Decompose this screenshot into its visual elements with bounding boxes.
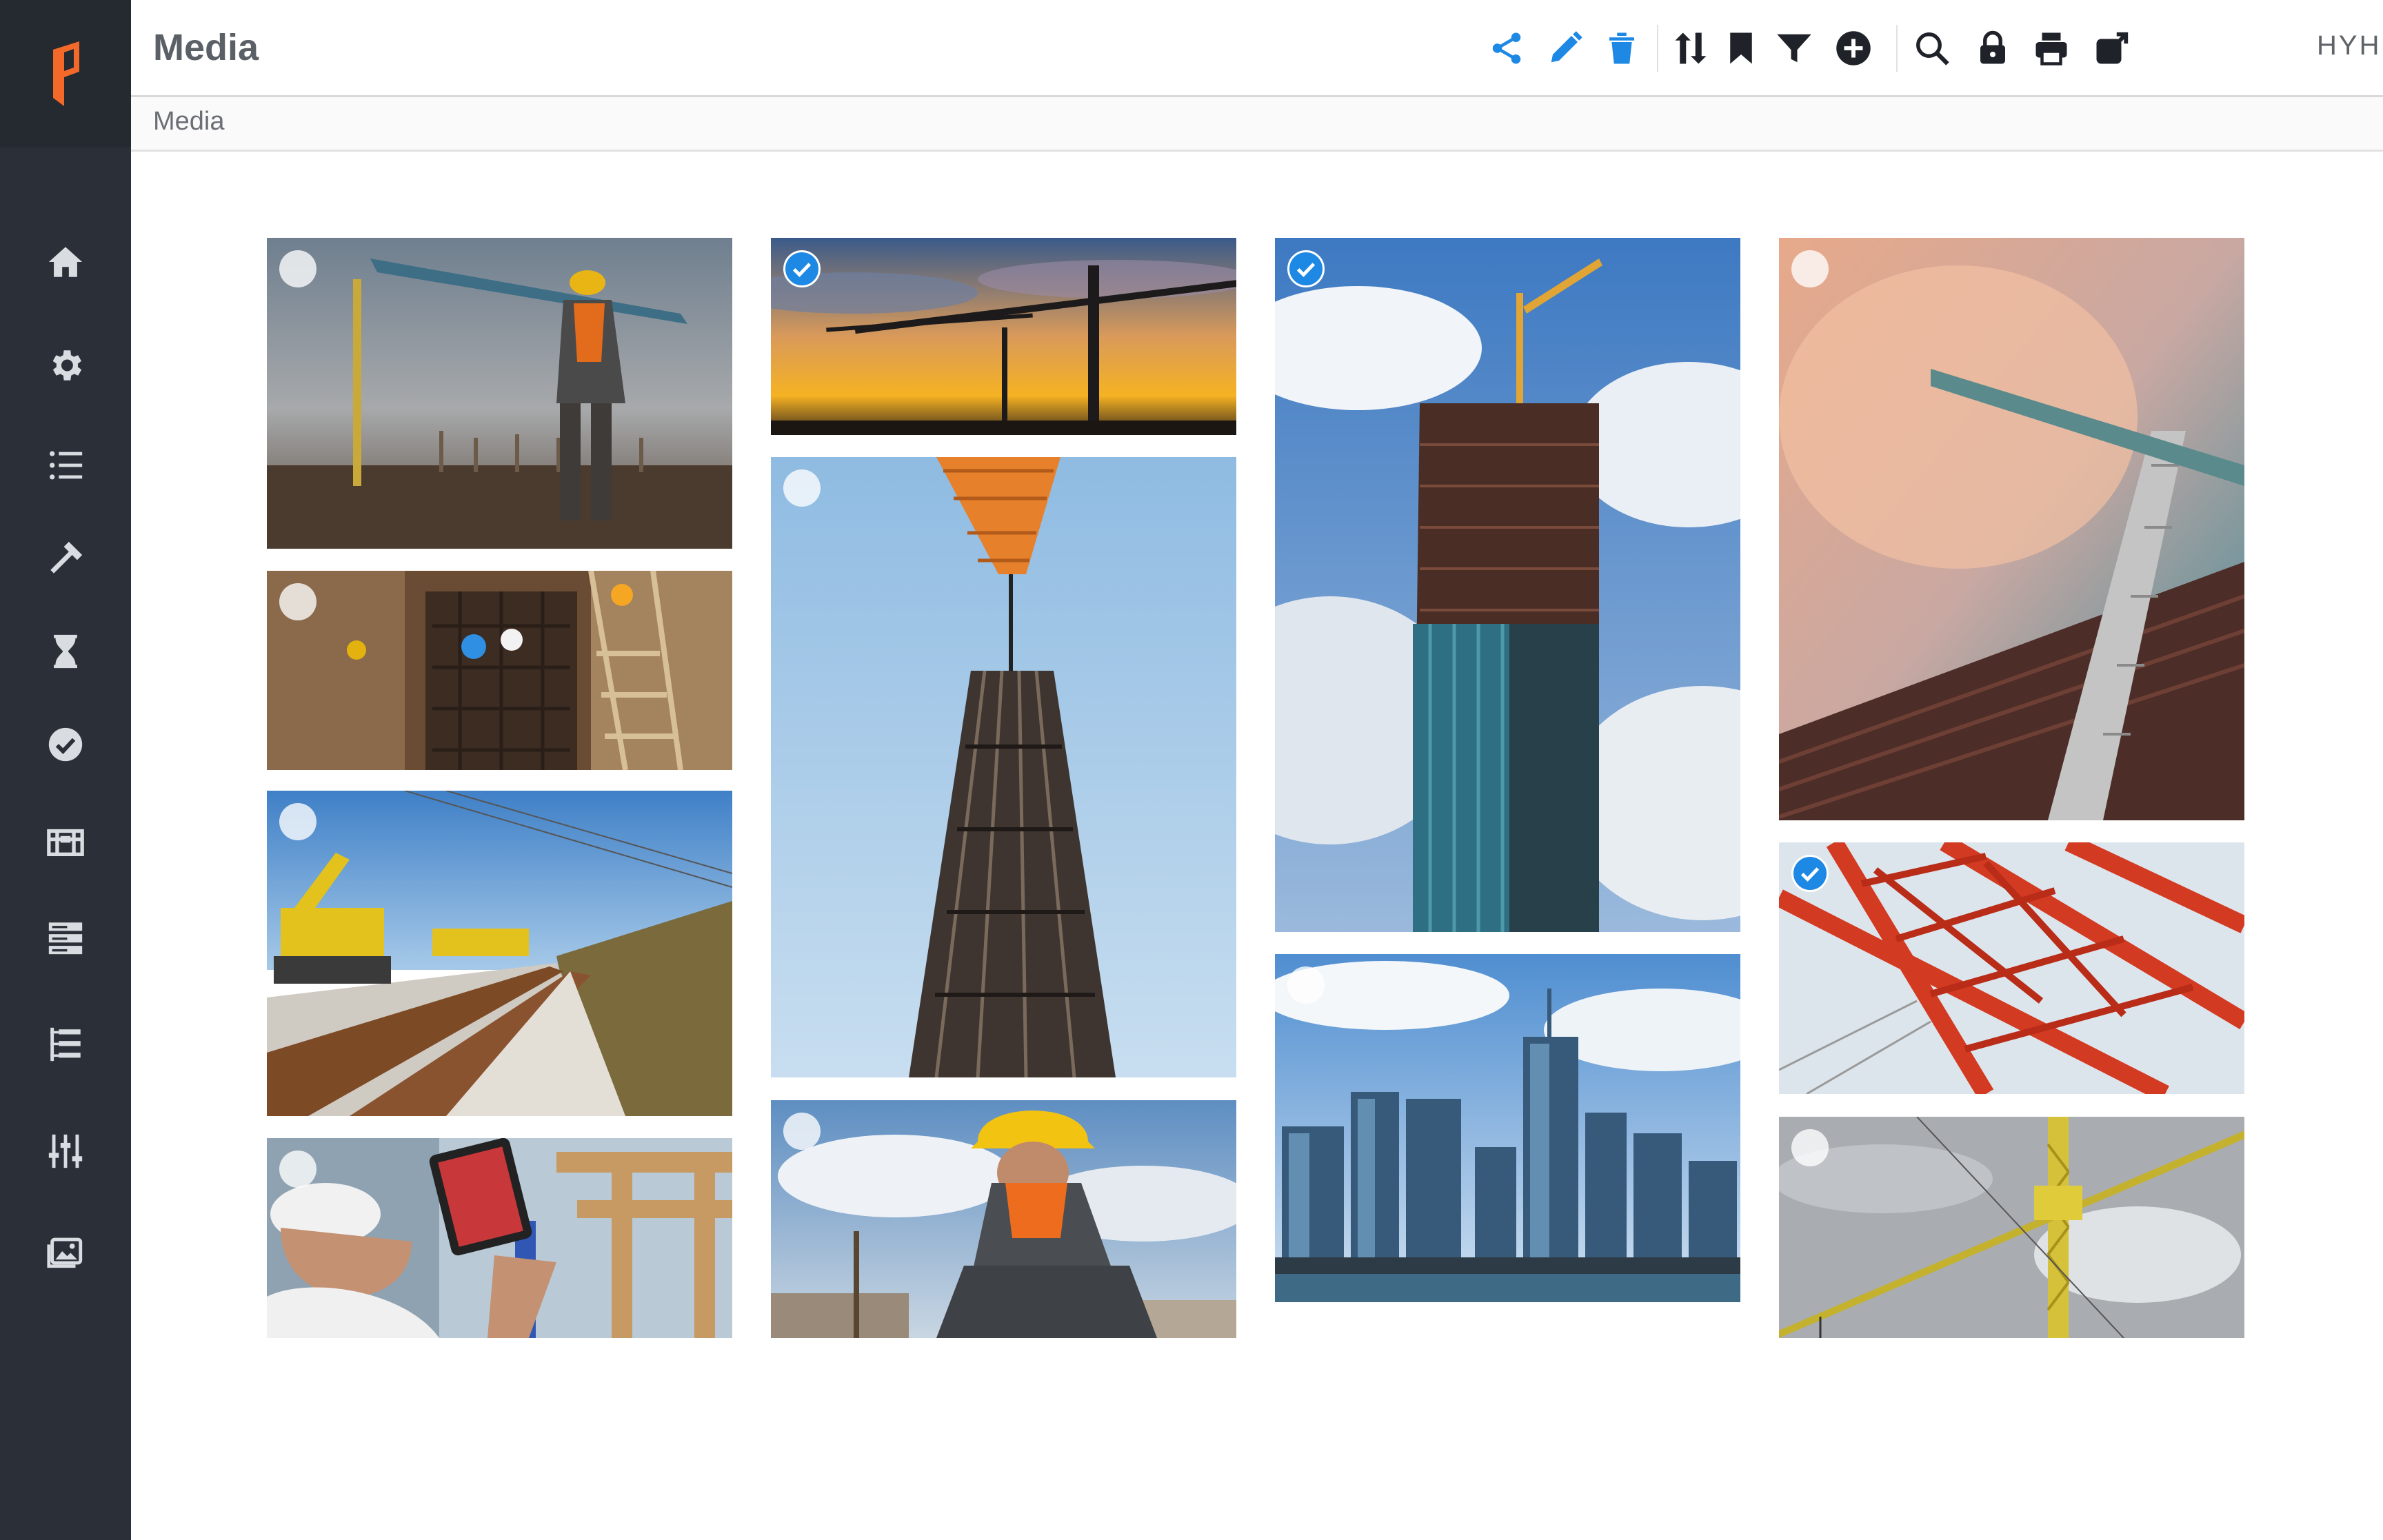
red-steel-truss-image [1779,842,2244,1094]
media-tile-worker-yellow-helmet[interactable] [771,1100,1236,1338]
engineer-with-tablet-image [267,1138,732,1338]
media-tile-workers-at-site[interactable] [267,238,732,549]
media-tile-tower-under-construction[interactable] [1275,238,1740,932]
city-skyline-image [1275,954,1740,1302]
select-toggle[interactable] [279,250,316,287]
media-tile-crane-sunset[interactable] [771,238,1236,435]
select-toggle[interactable] [1287,250,1325,287]
filter-icon [1777,34,1811,63]
stairwell-workers-image [267,571,732,770]
media-tile-engineer-with-tablet[interactable] [267,1138,732,1338]
crane-pink-sky-image [1779,238,2244,820]
archive-icon [47,829,84,856]
toolbar-separator [1657,25,1658,72]
media-tile-yellow-crane[interactable] [1779,1117,2244,1338]
select-toggle[interactable] [1791,1129,1829,1166]
delete-icon [1609,32,1634,64]
media-tile-red-steel-truss[interactable] [1779,842,2244,1094]
sidebar-item-home[interactable] [0,221,131,303]
hourglass-icon [54,634,77,669]
select-toggle[interactable] [783,1113,821,1150]
sidebar-item-inventory[interactable] [0,800,131,882]
select-toggle[interactable] [783,469,821,507]
share-button[interactable] [1486,28,1527,69]
railway-excavator-image [267,791,732,1116]
sort-icon [1675,32,1707,64]
crane-sunset-image [771,238,1236,435]
top-header: Media HYH [131,0,2383,97]
select-toggle[interactable] [1791,855,1829,892]
breadcrumb-bar: Media [131,97,2383,152]
select-toggle[interactable] [279,583,316,620]
sidebar-item-timesheet[interactable] [0,610,131,693]
app-logo[interactable] [0,0,131,148]
toolbar-separator [1896,25,1898,72]
filter-button[interactable] [1773,28,1815,69]
gallery-icon [47,1237,83,1268]
sliders-icon [48,1134,83,1168]
checkmark-icon [1800,867,1820,882]
sidebar-item-tasks[interactable] [0,703,131,786]
share-icon [1492,32,1521,64]
media-tile-railway-excavator[interactable] [267,791,732,1116]
tree-list-icon [50,1027,81,1062]
print-icon [2035,32,2067,65]
workers-at-site-image [267,238,732,549]
home-icon [48,247,83,277]
check-circle-icon [48,727,83,762]
search-icon [1916,32,1949,65]
logo-icon [53,41,79,106]
sort-button[interactable] [1670,28,1711,69]
media-tile-rebar-cage-lift[interactable] [771,457,1236,1077]
hammer-icon [50,541,83,574]
media-tile-crane-pink-sky[interactable] [1779,238,2244,820]
select-toggle[interactable] [783,250,821,287]
server-icon [48,922,83,955]
rebar-cage-lift-image [771,457,1236,1077]
edit-button[interactable] [1545,28,1586,69]
page-title: Media [153,27,259,68]
sidebar-item-media[interactable] [0,1210,131,1293]
worker-yellow-helmet-image [771,1100,1236,1338]
sidebar-item-adjustments[interactable] [0,1110,131,1193]
sidebar-item-list[interactable] [0,424,131,507]
sidebar-item-settings[interactable] [0,324,131,407]
bookmark-icon [1730,32,1752,64]
select-toggle[interactable] [279,803,316,840]
select-toggle[interactable] [279,1151,316,1188]
breadcrumb[interactable]: Media [153,107,225,136]
lock-icon [1980,30,2005,64]
sidebar-item-tools[interactable] [0,517,131,600]
export-icon [2096,32,2129,64]
user-initials[interactable]: HYH [2317,30,2381,61]
media-tile-city-skyline[interactable] [1275,954,1740,1302]
add-icon [1836,31,1871,65]
select-toggle[interactable] [1791,250,1829,287]
gear-icon [52,350,82,381]
lock-button[interactable] [1972,28,2013,69]
search-button[interactable] [1911,28,1953,69]
edit-icon [1551,31,1582,63]
sidebar [0,0,131,1540]
yellow-crane-image [1779,1117,2244,1338]
sidebar-item-hierarchy[interactable] [0,1003,131,1086]
checkmark-icon [1296,263,1316,278]
sidebar-item-servers[interactable] [0,896,131,979]
delete-button[interactable] [1601,28,1642,69]
media-tile-stairwell-workers[interactable] [267,571,732,770]
export-button[interactable] [2091,28,2133,69]
print-button[interactable] [2031,28,2072,69]
add-button[interactable] [1833,28,1874,69]
select-toggle[interactable] [1287,966,1325,1004]
tower-under-construction-image [1275,238,1740,932]
checkmark-icon [792,263,812,278]
list-icon [50,451,83,480]
bookmark-button[interactable] [1720,28,1762,69]
